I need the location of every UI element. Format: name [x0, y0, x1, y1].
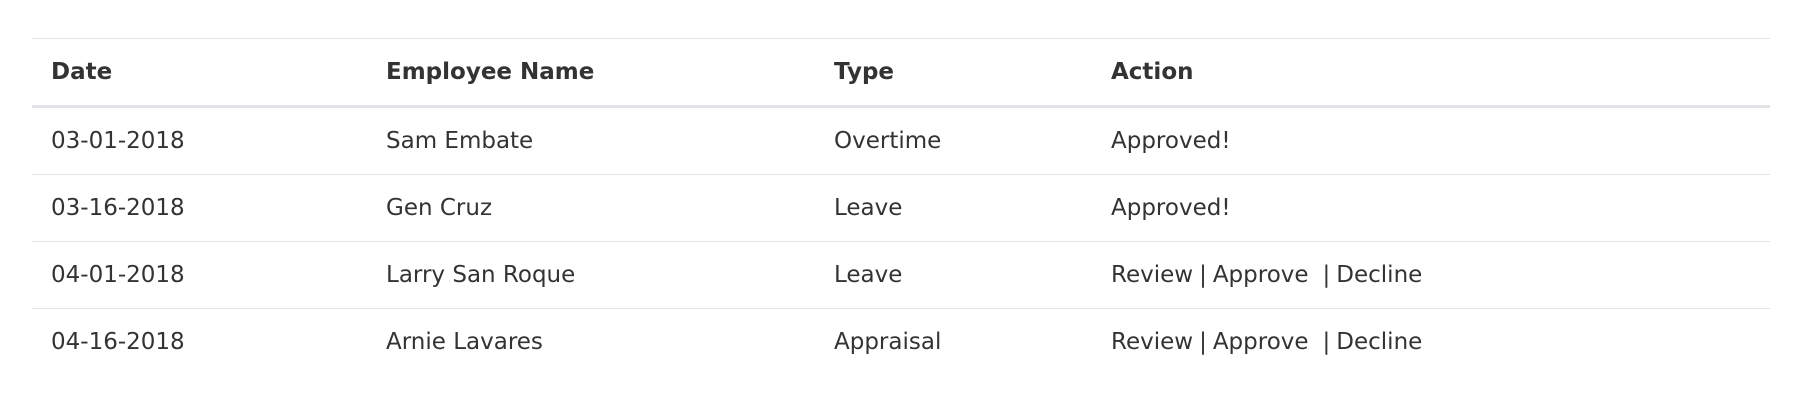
cell-type: Leave: [815, 174, 1092, 242]
table-header: Date Employee Name Type Action: [32, 38, 1770, 108]
cell-date: 04-16-2018: [51, 329, 185, 355]
table-row: 03-16-2018 Gen Cruz Leave Approved!: [32, 174, 1770, 242]
approve-link[interactable]: Approve: [1213, 329, 1309, 355]
review-link[interactable]: Review: [1111, 262, 1193, 288]
cell-employee-name: Gen Cruz: [367, 174, 815, 242]
cell-type: Leave: [815, 241, 1092, 309]
cell-date: 03-16-2018: [32, 174, 367, 242]
action-separator: |: [1322, 262, 1331, 288]
column-header-date: Date: [32, 38, 367, 108]
cell-date: 04-01-2018: [32, 241, 367, 309]
requests-table: Date Employee Name Type Action 03-01-201…: [32, 38, 1770, 375]
column-header-employee-name: Employee Name: [367, 38, 815, 108]
cell-employee-name: Larry San Roque: [367, 241, 815, 309]
requests-table-container: Date Employee Name Type Action 03-01-201…: [32, 38, 1770, 375]
cell-date: 03-01-2018: [32, 106, 367, 175]
table-row: 03-01-2018 Sam Embate Overtime Approved!: [32, 106, 1770, 175]
cell-type: Appraisal: [834, 329, 942, 355]
action-separator: |: [1199, 329, 1207, 355]
cell-actions: Review | Approve | Decline: [1092, 241, 1770, 309]
cell-employee-name: Sam Embate: [367, 106, 815, 175]
decline-link[interactable]: Decline: [1336, 329, 1422, 355]
cell-type: Overtime: [815, 106, 1092, 175]
table-body: 03-01-2018 Sam Embate Overtime Approved!…: [32, 106, 1770, 376]
cell-action-status: Approved!: [1092, 106, 1770, 175]
column-header-action: Action: [1092, 38, 1770, 108]
decline-link[interactable]: Decline: [1336, 262, 1422, 288]
review-link[interactable]: Review: [1111, 329, 1193, 355]
table-row: 04-16-2018 Arnie Lavares Appraisal Revie…: [32, 309, 1770, 376]
table-header-row: Date Employee Name Type Action: [32, 38, 1770, 108]
table-row: 04-01-2018 Larry San Roque Leave Review |…: [32, 241, 1770, 309]
cell-employee-name: Arnie Lavares: [386, 329, 543, 355]
cell-actions: Review | Approve | Decline: [1092, 309, 1770, 376]
cell-action-status: Approved!: [1092, 174, 1770, 242]
action-separator: |: [1322, 329, 1331, 355]
action-separator: |: [1199, 262, 1207, 288]
column-header-type: Type: [815, 38, 1092, 108]
approve-link[interactable]: Approve: [1213, 262, 1309, 288]
